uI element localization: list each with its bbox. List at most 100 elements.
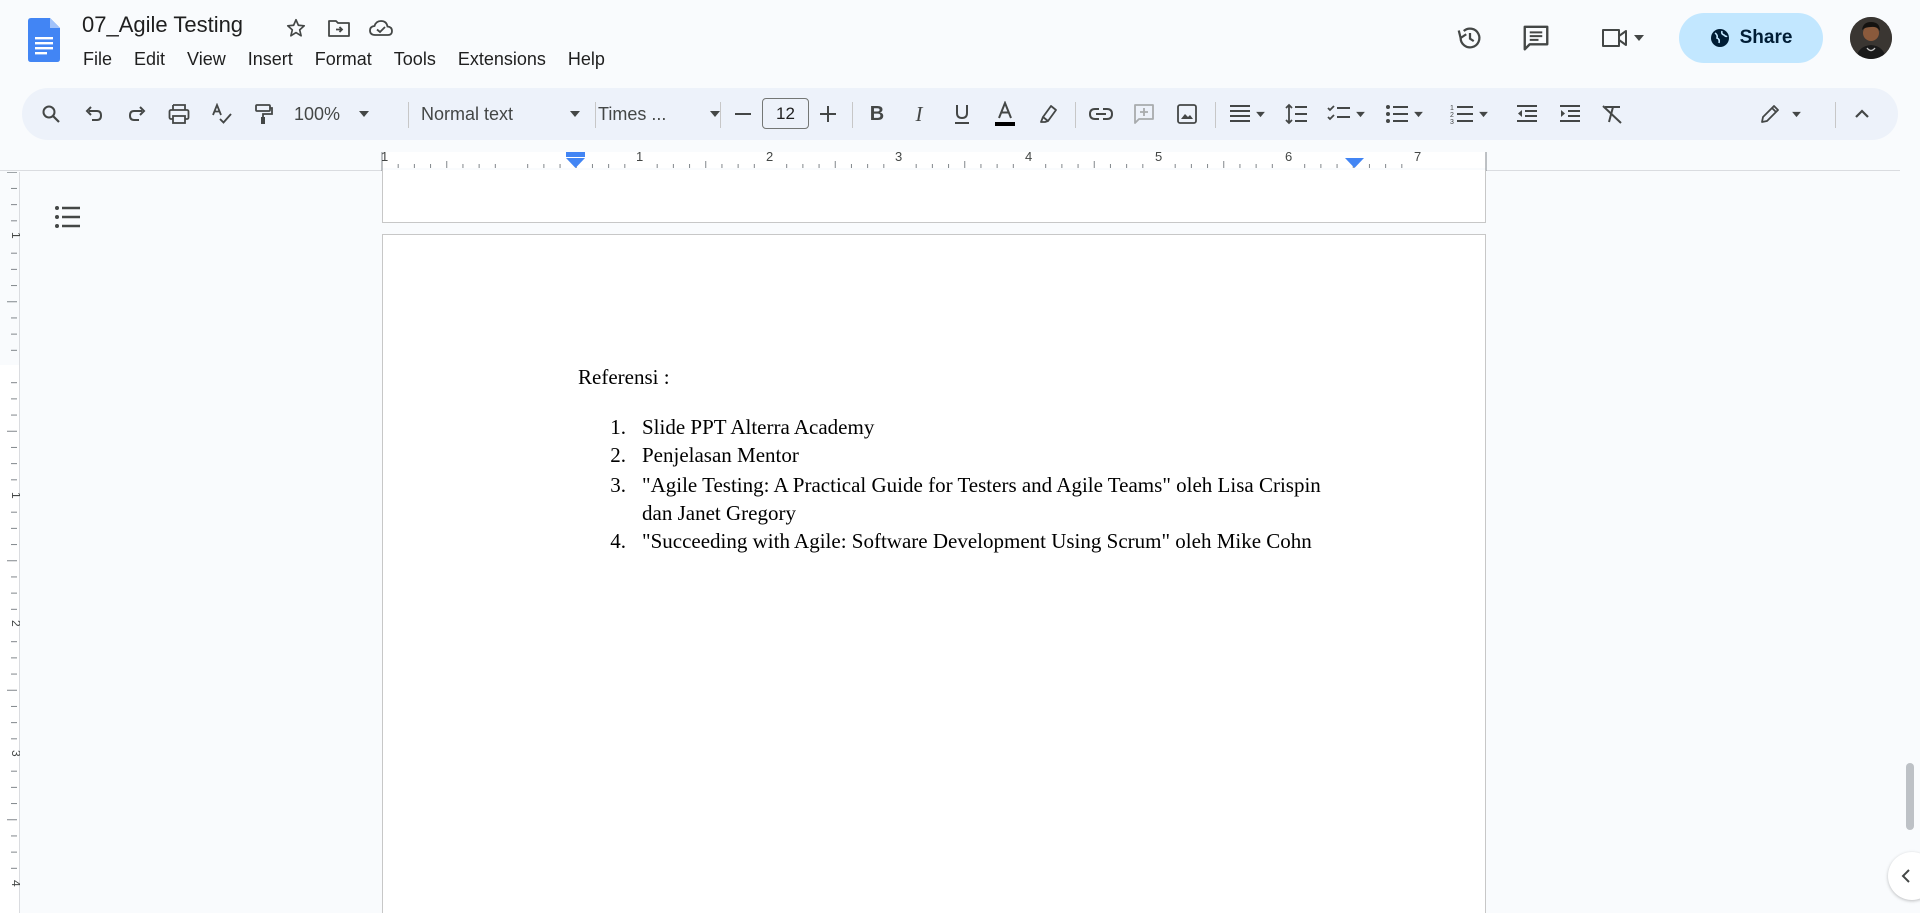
print-icon xyxy=(168,104,190,124)
side-panel-toggle-button[interactable] xyxy=(1888,852,1920,900)
toolbar-divider xyxy=(720,102,721,128)
decrease-indent-button[interactable] xyxy=(1512,96,1542,132)
highlighter-icon xyxy=(1040,105,1057,123)
undo-icon xyxy=(85,106,103,121)
font-family-value: Times ... xyxy=(598,103,667,124)
minus-icon xyxy=(735,113,751,115)
star-icon[interactable] xyxy=(283,15,309,41)
redo-icon xyxy=(128,106,146,121)
insert-link-button[interactable] xyxy=(1086,96,1116,132)
spelling-button[interactable] xyxy=(207,96,237,132)
previous-page[interactable] xyxy=(382,170,1486,223)
move-folder-icon[interactable] xyxy=(326,15,352,41)
redo-button[interactable] xyxy=(122,96,152,132)
ruler-label: 2 xyxy=(766,149,773,164)
ruler-label: 3 xyxy=(895,149,902,164)
ruler-label: 1 xyxy=(9,492,20,499)
vertical-ruler[interactable]: 1 1 2 3 4 xyxy=(0,172,20,913)
document-outline-button[interactable] xyxy=(54,204,82,230)
chevron-down-icon xyxy=(1634,35,1644,41)
decrease-font-size-button[interactable] xyxy=(730,96,756,132)
add-comment-button[interactable] xyxy=(1129,96,1159,132)
toolbar-divider xyxy=(1835,102,1836,128)
pencil-icon xyxy=(1760,105,1779,123)
cloud-saved-icon[interactable] xyxy=(368,15,394,41)
ruler-label: 3 xyxy=(9,750,20,757)
share-button[interactable]: Share xyxy=(1679,13,1823,63)
horizontal-ruler[interactable]: 1 1 2 3 4 5 6 7 xyxy=(0,149,1900,171)
numbered-list-icon: 123 xyxy=(1450,105,1473,124)
version-history-button[interactable] xyxy=(1448,14,1492,62)
search-icon xyxy=(42,105,60,123)
align-button[interactable] xyxy=(1225,96,1269,132)
chevron-up-icon xyxy=(1855,109,1869,118)
avatar[interactable] xyxy=(1850,17,1892,59)
docs-logo-icon[interactable] xyxy=(28,18,60,62)
highlight-color-button[interactable] xyxy=(1033,96,1063,132)
italic-icon: I xyxy=(915,101,923,126)
numbered-list-button[interactable]: 123 xyxy=(1446,96,1492,132)
toolbar-divider xyxy=(852,102,853,128)
history-icon xyxy=(1457,27,1481,49)
menu-insert[interactable]: Insert xyxy=(237,47,304,72)
editing-mode-button[interactable] xyxy=(1750,96,1810,132)
underline-icon xyxy=(955,105,969,124)
italic-button[interactable]: I xyxy=(904,96,934,132)
menu-file[interactable]: File xyxy=(72,47,123,72)
checklist-button[interactable] xyxy=(1323,96,1369,132)
list-item[interactable]: Penjelasan Mentor xyxy=(642,443,799,468)
ruler-label: 7 xyxy=(1414,149,1421,164)
list-item[interactable]: "Succeeding with Agile: Software Develop… xyxy=(642,529,1312,554)
comments-button[interactable] xyxy=(1514,14,1558,62)
menu-extensions[interactable]: Extensions xyxy=(447,47,557,72)
undo-button[interactable] xyxy=(79,96,109,132)
document-page[interactable]: Referensi : 1. Slide PPT Alterra Academy… xyxy=(382,234,1486,913)
clear-formatting-button[interactable] xyxy=(1597,96,1627,132)
meet-button[interactable] xyxy=(1590,14,1654,62)
plus-icon xyxy=(820,106,836,122)
vertical-scrollbar[interactable] xyxy=(1906,763,1914,830)
bold-button[interactable]: B xyxy=(862,96,892,132)
ruler-label: 1 xyxy=(9,232,20,239)
menu-edit[interactable]: Edit xyxy=(123,47,176,72)
list-item[interactable]: "Agile Testing: A Practical Guide for Te… xyxy=(642,473,1321,498)
list-item[interactable]: Slide PPT Alterra Academy xyxy=(642,415,874,440)
print-button[interactable] xyxy=(164,96,194,132)
text-color-button[interactable] xyxy=(988,96,1022,132)
menu-format[interactable]: Format xyxy=(304,47,383,72)
search-menus-button[interactable] xyxy=(36,96,66,132)
ruler-label: 1 xyxy=(381,149,388,164)
list-item-continuation[interactable]: dan Janet Gregory xyxy=(642,501,796,526)
ruler-label: 4 xyxy=(1025,149,1032,164)
hide-menus-button[interactable] xyxy=(1845,96,1879,132)
chevron-down-icon xyxy=(1355,111,1365,117)
paint-format-button[interactable] xyxy=(249,96,279,132)
menu-tools[interactable]: Tools xyxy=(383,47,447,72)
menu-view[interactable]: View xyxy=(176,47,237,72)
chevron-left-icon xyxy=(1901,869,1910,883)
document-title[interactable]: 07_Agile Testing xyxy=(82,12,243,38)
font-family-select[interactable]: Times ... xyxy=(598,96,721,132)
line-spacing-button[interactable] xyxy=(1281,96,1311,132)
link-icon xyxy=(1089,108,1113,120)
insert-image-button[interactable] xyxy=(1172,96,1202,132)
paragraph-style-select[interactable]: Normal text xyxy=(421,96,581,132)
increase-indent-icon xyxy=(1560,105,1580,122)
list-number: 2. xyxy=(610,443,626,467)
increase-indent-button[interactable] xyxy=(1555,96,1585,132)
image-icon xyxy=(1177,104,1197,124)
underline-button[interactable] xyxy=(947,96,977,132)
font-size-input[interactable]: 12 xyxy=(762,98,809,129)
share-label: Share xyxy=(1739,27,1793,48)
zoom-select[interactable]: 100% xyxy=(294,96,370,132)
menu-help[interactable]: Help xyxy=(557,47,616,72)
chevron-down-icon xyxy=(359,111,369,117)
outline-list-icon xyxy=(55,206,80,228)
toolbar-divider xyxy=(1075,102,1076,128)
chevron-down-icon xyxy=(1413,111,1423,117)
bulleted-list-button[interactable] xyxy=(1381,96,1427,132)
clear-formatting-icon xyxy=(1602,105,1622,124)
references-heading[interactable]: Referensi : xyxy=(578,365,670,390)
increase-font-size-button[interactable] xyxy=(815,96,841,132)
comment-icon xyxy=(1523,25,1549,51)
